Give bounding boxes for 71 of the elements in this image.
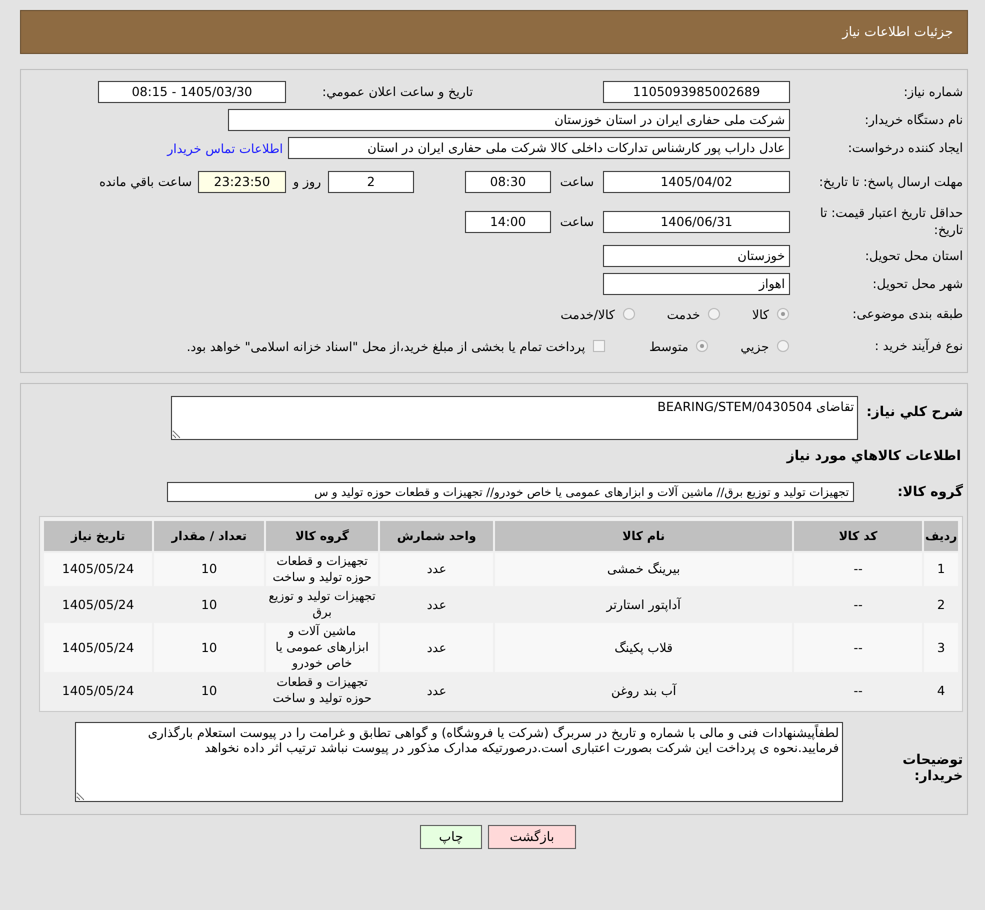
- input-field[interactable]: تجهیزات تولید و توزیع برق// ماشین آلات و ابزارهای عمومی یا خاص خودرو// تجهیزات و قطعات حوزه تولید و س: [167, 482, 854, 502]
- table-cell: قلاب پکینگ: [495, 623, 792, 672]
- page-title: جزئیات اطلاعات نیاز: [842, 24, 953, 40]
- input-field[interactable]: 2: [328, 171, 414, 193]
- option-label: خدمت: [666, 306, 700, 322]
- input-field[interactable]: 1405/04/02: [603, 171, 790, 193]
- option-label: متوسط: [649, 338, 688, 354]
- table-cell: تجهیزات و قطعات حوزه تولید و ساخت: [266, 553, 378, 586]
- input-field[interactable]: شرکت ملی حفاری ایران در استان خوزستان: [228, 109, 790, 131]
- radio-button[interactable]: [708, 308, 720, 320]
- field-label: توضیحات خریدار:: [902, 751, 963, 784]
- input-field[interactable]: 1405/03/30 - 08:15: [98, 81, 286, 103]
- field-label: شهر محل تحویل:: [872, 276, 963, 292]
- radio-button[interactable]: [622, 308, 635, 320]
- text-area[interactable]: لطفاًپیشنهادات فنی و مالی با شماره و تاریخ در سربرگ (شرکت یا فروشگاه) و گواهی تطابق و غرامت را در پیوست استعلام بارگذاری فرمایید.نحوه ی پرداخت این شرکت بصورت اعتباری است.درصورتیکه مدارک مذکور در پیوست نباشد ترتیب اثر داده نخواهد: [75, 722, 843, 802]
- column-header: گروه کالا: [266, 521, 378, 551]
- field-label: نوع فرآیند خرید :: [874, 338, 963, 354]
- field-label: استان محل تحویل:: [864, 248, 963, 264]
- table-cell: 10: [154, 623, 264, 672]
- table-cell: عدد: [380, 623, 494, 672]
- field-label: ساعت: [558, 214, 595, 230]
- table-cell: 3: [924, 623, 958, 672]
- input-field[interactable]: 1105093985002689: [603, 81, 790, 103]
- table-cell: تجهیزات تولید و توزیع برق: [266, 588, 378, 622]
- column-header: تاریخ نیاز: [44, 521, 152, 551]
- section-heading: اطلاعات کالاهاي مورد نياز: [785, 448, 962, 464]
- table-cell: 1405/05/24: [44, 553, 152, 586]
- checkbox[interactable]: [593, 340, 606, 352]
- table-cell: --: [794, 623, 922, 672]
- field-label: گروه کالا:: [896, 484, 963, 500]
- column-header: کد کالا: [794, 521, 922, 551]
- option-label: کالا/خدمت: [560, 306, 615, 322]
- print-button[interactable]: چاپ: [420, 825, 482, 850]
- radio-button[interactable]: [696, 340, 708, 352]
- field-label: شماره نیاز:: [902, 84, 963, 100]
- contact-link[interactable]: اطلاعات تماس خریدار: [167, 140, 283, 156]
- text-area[interactable]: تقاضای BEARING/STEM/0430504: [171, 396, 858, 440]
- column-header: واحد شمارش: [380, 521, 494, 551]
- table-cell: 1: [924, 553, 958, 586]
- field-label: شرح کلي نياز:: [865, 403, 963, 420]
- table-cell: بیرینگ خمشی: [495, 553, 792, 586]
- field-label: مهلت ارسال پاسخ: تا تاریخ:: [818, 174, 963, 190]
- input-field[interactable]: 1406/06/31: [603, 211, 790, 233]
- input-field[interactable]: عادل داراب پور کارشناس تدارکات داخلی کالا شرکت ملی حفاری ایران در استان: [288, 137, 790, 159]
- column-header: ردیف: [924, 521, 958, 551]
- table-cell: --: [794, 553, 922, 586]
- column-header: تعداد / مقدار: [154, 521, 264, 551]
- column-header: نام کالا: [495, 521, 792, 551]
- input-field[interactable]: 08:30: [465, 171, 551, 193]
- table-cell: 10: [154, 553, 264, 586]
- field-label: روز و: [292, 174, 322, 190]
- field-label: ساعت: [558, 174, 595, 190]
- input-field[interactable]: 23:23:50: [198, 171, 286, 193]
- table-cell: ماشین آلات و ابزارهای عمومی یا خاص خودرو: [266, 623, 378, 672]
- option-label: جزيي: [740, 338, 769, 354]
- field-label: تاريخ و ساعت اعلان عمومي:: [321, 84, 473, 100]
- table-cell: 1405/05/24: [44, 623, 152, 672]
- field-label: طبقه بندی موضوعی:: [851, 306, 963, 322]
- input-field[interactable]: 14:00: [465, 211, 551, 233]
- field-label: ساعت باقي مانده: [99, 174, 192, 190]
- table-cell: عدد: [380, 553, 494, 586]
- back-button[interactable]: بازگشت: [488, 825, 576, 850]
- input-field[interactable]: خوزستان: [603, 245, 790, 267]
- option-label: کالا: [752, 306, 769, 322]
- input-field[interactable]: اهواز: [603, 273, 790, 295]
- field-label: حداقل تاریخ اعتبار قیمت: تا تاریخ:: [818, 205, 963, 239]
- radio-button[interactable]: [777, 340, 789, 352]
- field-label: نام دستگاه خريدار:: [864, 112, 963, 128]
- checkbox-label: پرداخت تمام یا بخشی از مبلغ خرید،از محل "اسناد خزانه اسلامی" خواهد بود.: [186, 338, 586, 354]
- radio-button[interactable]: [777, 308, 789, 320]
- field-label: ايجاد کننده درخواست:: [846, 140, 963, 156]
